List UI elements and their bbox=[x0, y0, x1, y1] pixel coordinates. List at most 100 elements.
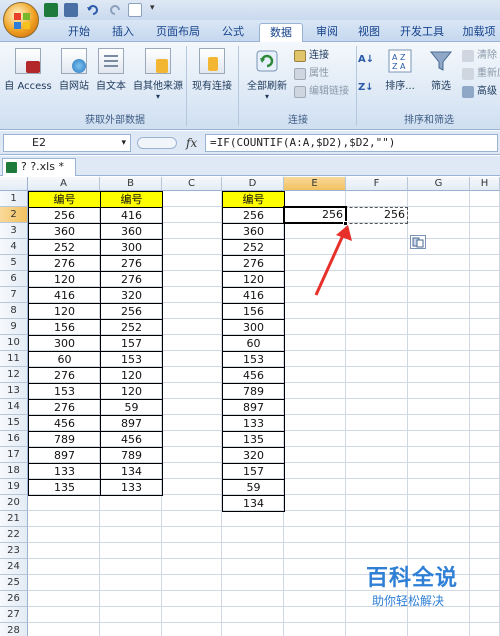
tab-addins[interactable]: 加载项 bbox=[458, 23, 500, 42]
from-text-button[interactable]: 自文本 bbox=[93, 48, 129, 92]
row-header[interactable]: 28 bbox=[0, 623, 28, 636]
cell[interactable]: 120 bbox=[100, 383, 163, 400]
properties-button[interactable]: 属性 bbox=[292, 66, 329, 82]
cell[interactable]: 300 bbox=[222, 319, 285, 336]
column-header[interactable]: E bbox=[284, 177, 346, 191]
cell[interactable]: 320 bbox=[100, 287, 163, 304]
undo-icon[interactable] bbox=[86, 3, 100, 17]
column-header[interactable]: H bbox=[470, 177, 500, 191]
cell[interactable]: 156 bbox=[222, 303, 285, 320]
cell[interactable]: 256 bbox=[222, 207, 285, 224]
cell[interactable]: 360 bbox=[28, 223, 101, 240]
row-header[interactable]: 15 bbox=[0, 415, 28, 431]
filter-button[interactable]: 筛选 bbox=[424, 48, 458, 92]
cell[interactable]: 416 bbox=[100, 207, 163, 224]
row-header[interactable]: 5 bbox=[0, 255, 28, 271]
workbook-tab[interactable]: ? ?.xls * bbox=[2, 158, 76, 176]
row-header[interactable]: 14 bbox=[0, 399, 28, 415]
cell[interactable]: 276 bbox=[100, 255, 163, 272]
row-header[interactable]: 11 bbox=[0, 351, 28, 367]
column-header[interactable]: C bbox=[162, 177, 222, 191]
row-header[interactable]: 17 bbox=[0, 447, 28, 463]
cell[interactable]: 789 bbox=[222, 383, 285, 400]
cell[interactable]: 276 bbox=[28, 367, 101, 384]
row-header[interactable]: 9 bbox=[0, 319, 28, 335]
column-header[interactable]: A bbox=[28, 177, 100, 191]
column-header[interactable]: B bbox=[100, 177, 162, 191]
row-header[interactable]: 4 bbox=[0, 239, 28, 255]
tab-home[interactable]: 开始 bbox=[62, 23, 96, 42]
name-box-dropdown-icon[interactable]: ▾ bbox=[121, 135, 126, 151]
cell[interactable]: 897 bbox=[28, 447, 101, 464]
advanced-filter-button[interactable]: 高级 bbox=[460, 84, 497, 100]
row-header[interactable]: 22 bbox=[0, 527, 28, 543]
cell[interactable]: 134 bbox=[100, 463, 163, 480]
cell[interactable]: 153 bbox=[222, 351, 285, 368]
formula-bar-resize-handle[interactable] bbox=[137, 137, 177, 149]
cell[interactable]: 276 bbox=[100, 271, 163, 288]
cell[interactable]: 编号 bbox=[28, 191, 101, 208]
paste-options-icon[interactable] bbox=[410, 235, 426, 249]
cell[interactable]: 120 bbox=[28, 271, 101, 288]
tab-formulas[interactable]: 公式 bbox=[216, 23, 250, 42]
select-all-corner[interactable] bbox=[0, 177, 28, 191]
reapply-filter-button[interactable]: 重新应 bbox=[460, 66, 500, 82]
cell[interactable]: 153 bbox=[28, 383, 101, 400]
row-header[interactable]: 27 bbox=[0, 607, 28, 623]
row-header[interactable]: 3 bbox=[0, 223, 28, 239]
formula-input[interactable]: =IF(COUNTIF(A:A,$D2),$D2,"") bbox=[205, 134, 498, 152]
connections-button[interactable]: 连接 bbox=[292, 48, 329, 64]
row-header[interactable]: 6 bbox=[0, 271, 28, 287]
cell[interactable]: 120 bbox=[100, 367, 163, 384]
column-header[interactable]: G bbox=[408, 177, 470, 191]
cell[interactable]: 276 bbox=[28, 255, 101, 272]
edit-links-button[interactable]: 编辑链接 bbox=[292, 84, 349, 100]
row-header[interactable]: 26 bbox=[0, 591, 28, 607]
tab-data[interactable]: 数据 bbox=[259, 23, 303, 42]
row-header[interactable]: 12 bbox=[0, 367, 28, 383]
cell[interactable]: 320 bbox=[222, 447, 285, 464]
cell[interactable]: 300 bbox=[28, 335, 101, 352]
row-header[interactable]: 21 bbox=[0, 511, 28, 527]
cell[interactable]: 789 bbox=[100, 447, 163, 464]
cell[interactable]: 60 bbox=[28, 351, 101, 368]
cell[interactable]: 360 bbox=[100, 223, 163, 240]
save-icon[interactable] bbox=[64, 3, 78, 17]
cell[interactable]: 789 bbox=[28, 431, 101, 448]
cell[interactable]: 157 bbox=[222, 463, 285, 480]
cell[interactable]: 456 bbox=[28, 415, 101, 432]
cell[interactable]: 256 bbox=[100, 303, 163, 320]
insert-function-icon[interactable]: fx bbox=[186, 136, 197, 150]
tab-page-layout[interactable]: 页面布局 bbox=[150, 23, 206, 42]
cell[interactable]: 300 bbox=[100, 239, 163, 256]
cell[interactable]: 157 bbox=[100, 335, 163, 352]
existing-connections-button[interactable]: 现有连接 bbox=[188, 48, 236, 92]
cell[interactable]: 编号 bbox=[100, 191, 163, 208]
row-header[interactable]: 23 bbox=[0, 543, 28, 559]
cell[interactable]: 456 bbox=[222, 367, 285, 384]
cell[interactable]: 133 bbox=[100, 479, 163, 496]
cell[interactable]: 276 bbox=[28, 399, 101, 416]
tab-insert[interactable]: 插入 bbox=[106, 23, 140, 42]
cell[interactable]: 897 bbox=[222, 399, 285, 416]
cell[interactable]: 59 bbox=[222, 479, 285, 496]
cell[interactable]: 156 bbox=[28, 319, 101, 336]
cell[interactable]: 134 bbox=[222, 495, 285, 512]
cell[interactable]: 897 bbox=[100, 415, 163, 432]
cell[interactable]: 编号 bbox=[222, 191, 285, 208]
refresh-all-button[interactable]: 全部刷新 ▾ bbox=[242, 48, 292, 101]
row-header[interactable]: 18 bbox=[0, 463, 28, 479]
tab-review[interactable]: 审阅 bbox=[310, 23, 344, 42]
name-box[interactable]: E2 ▾ bbox=[3, 134, 131, 152]
cell[interactable]: 256 bbox=[28, 207, 101, 224]
row-header[interactable]: 1 bbox=[0, 191, 28, 207]
sort-descending-button[interactable]: Z↓ bbox=[358, 80, 376, 96]
cell[interactable]: 59 bbox=[100, 399, 163, 416]
row-header[interactable]: 19 bbox=[0, 479, 28, 495]
sort-ascending-button[interactable]: A↓ bbox=[358, 52, 376, 68]
row-header[interactable]: 8 bbox=[0, 303, 28, 319]
row-header[interactable]: 20 bbox=[0, 495, 28, 511]
row-header[interactable]: 24 bbox=[0, 559, 28, 575]
row-header[interactable]: 16 bbox=[0, 431, 28, 447]
cell[interactable]: 416 bbox=[222, 287, 285, 304]
